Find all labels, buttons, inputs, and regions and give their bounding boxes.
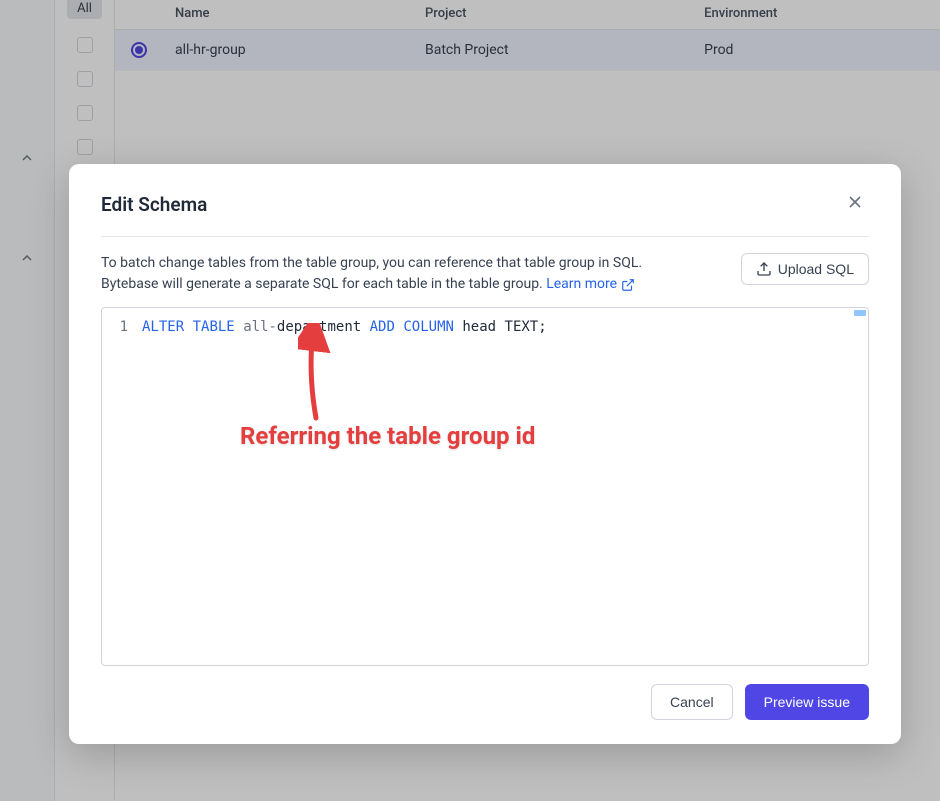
sql-code[interactable]: ALTER TABLE all-department ADD COLUMN he… xyxy=(142,316,868,338)
sql-editor[interactable]: 1 ALTER TABLE all-department ADD COLUMN … xyxy=(101,307,869,666)
close-button[interactable] xyxy=(841,188,869,220)
line-number: 1 xyxy=(102,316,142,338)
modal-description: To batch change tables from the table gr… xyxy=(101,253,681,295)
cancel-button[interactable]: Cancel xyxy=(651,684,733,720)
external-link-icon xyxy=(621,278,635,292)
minimap-indicator xyxy=(854,310,866,316)
upload-icon xyxy=(756,261,772,277)
close-icon xyxy=(845,192,865,212)
learn-more-link[interactable]: Learn more xyxy=(546,274,635,295)
preview-issue-button[interactable]: Preview issue xyxy=(745,684,869,720)
modal-title: Edit Schema xyxy=(101,193,207,216)
modal-overlay: Edit Schema To batch change tables from … xyxy=(0,0,940,801)
upload-sql-button[interactable]: Upload SQL xyxy=(741,253,869,285)
edit-schema-modal: Edit Schema To batch change tables from … xyxy=(69,164,901,744)
